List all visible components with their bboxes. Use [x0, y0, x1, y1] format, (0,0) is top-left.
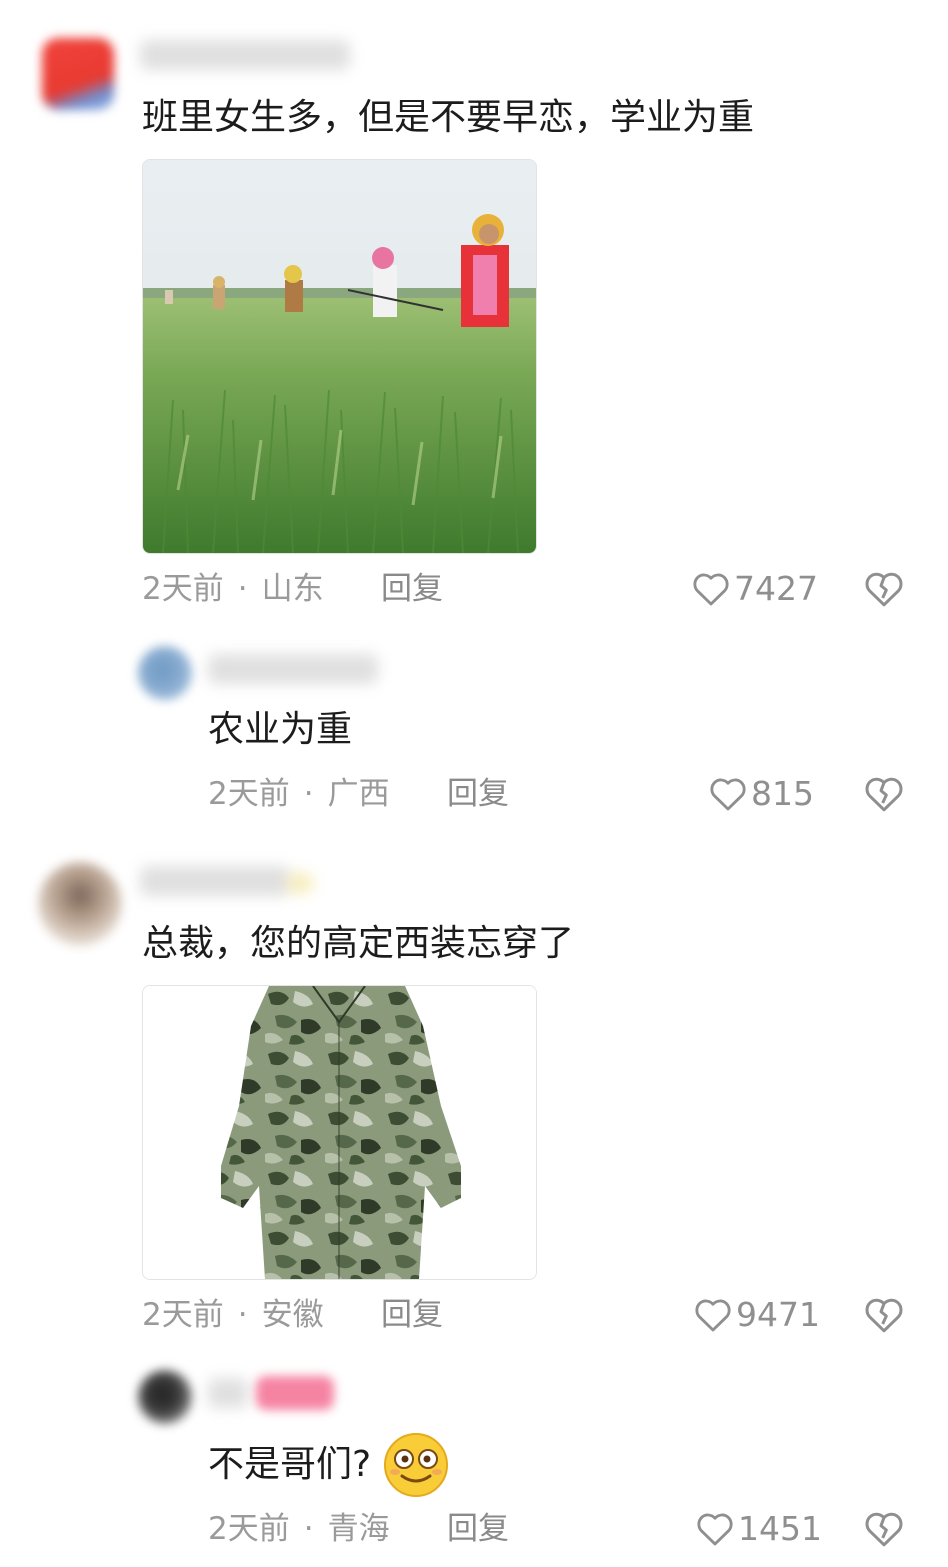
broken-heart-icon	[865, 1298, 903, 1333]
separator-dot: ·	[237, 571, 248, 607]
camouflage-coat-photo	[143, 986, 536, 1279]
dazed-smile-emoji-icon	[384, 1433, 449, 1497]
like-button[interactable]: 815	[709, 774, 814, 814]
reply-meta: 2天前 · 青海	[208, 1509, 390, 1549]
broken-heart-icon	[865, 572, 903, 607]
reply-button[interactable]: 回复	[447, 774, 509, 814]
like-count: 9471	[736, 1295, 820, 1334]
username-badge-blurred	[286, 872, 314, 894]
reply-button[interactable]: 回复	[447, 1509, 509, 1549]
avatar[interactable]	[38, 862, 122, 946]
like-count: 1451	[738, 1509, 822, 1548]
reply-button[interactable]: 回复	[381, 569, 443, 609]
broken-heart-icon	[865, 777, 903, 812]
like-count: 7427	[734, 569, 818, 608]
comment-time: 2天前	[142, 571, 224, 607]
reply-text: 不是哥们?	[208, 1444, 372, 1485]
reply-text-row: 不是哥们?	[208, 1432, 449, 1498]
like-count: 815	[751, 774, 814, 813]
reply-meta: 2天前 · 广西	[208, 774, 390, 814]
reply-location: 青海	[327, 1511, 390, 1547]
reply-button[interactable]: 回复	[381, 1295, 443, 1335]
separator-dot: ·	[303, 1511, 314, 1547]
wheat-field-photo	[143, 160, 536, 553]
like-button[interactable]: 1451	[696, 1509, 822, 1549]
comment-meta: 2天前 · 山东	[142, 569, 324, 609]
separator-dot: ·	[303, 776, 314, 812]
reply-location: 广西	[327, 776, 390, 812]
comment-image-camo-coat[interactable]	[142, 985, 537, 1280]
like-button[interactable]: 9471	[694, 1295, 820, 1335]
username-badge-blurred	[256, 1376, 334, 1410]
comment-image-wheat-field[interactable]	[142, 159, 537, 554]
dislike-button[interactable]	[864, 1296, 904, 1338]
like-button[interactable]: 7427	[692, 569, 818, 609]
comment-meta: 2天前 · 安徽	[142, 1295, 324, 1335]
username-blurred[interactable]	[140, 866, 290, 896]
dislike-button[interactable]	[864, 1510, 904, 1552]
heart-outline-icon	[697, 1513, 733, 1546]
separator-dot: ·	[237, 1297, 248, 1333]
reply-time: 2天前	[208, 776, 290, 812]
username-blurred[interactable]	[208, 1378, 248, 1408]
dislike-button[interactable]	[864, 775, 904, 817]
reply-time: 2天前	[208, 1511, 290, 1547]
heart-outline-icon	[710, 778, 746, 811]
heart-outline-icon	[695, 1299, 731, 1332]
comment-time: 2天前	[142, 1297, 224, 1333]
comment-location: 安徽	[261, 1297, 324, 1333]
avatar[interactable]	[42, 38, 114, 110]
reply-text: 农业为重	[208, 709, 353, 750]
avatar[interactable]	[138, 1370, 192, 1424]
comment-location: 山东	[261, 571, 324, 607]
comment-text: 班里女生多，但是不要早恋，学业为重	[142, 97, 755, 138]
username-blurred[interactable]	[208, 654, 378, 684]
username-blurred[interactable]	[140, 40, 350, 70]
broken-heart-icon	[865, 1512, 903, 1547]
dislike-button[interactable]	[864, 570, 904, 612]
avatar[interactable]	[138, 646, 192, 700]
comment-text: 总裁，您的高定西装忘穿了	[142, 923, 575, 964]
heart-outline-icon	[693, 573, 729, 606]
